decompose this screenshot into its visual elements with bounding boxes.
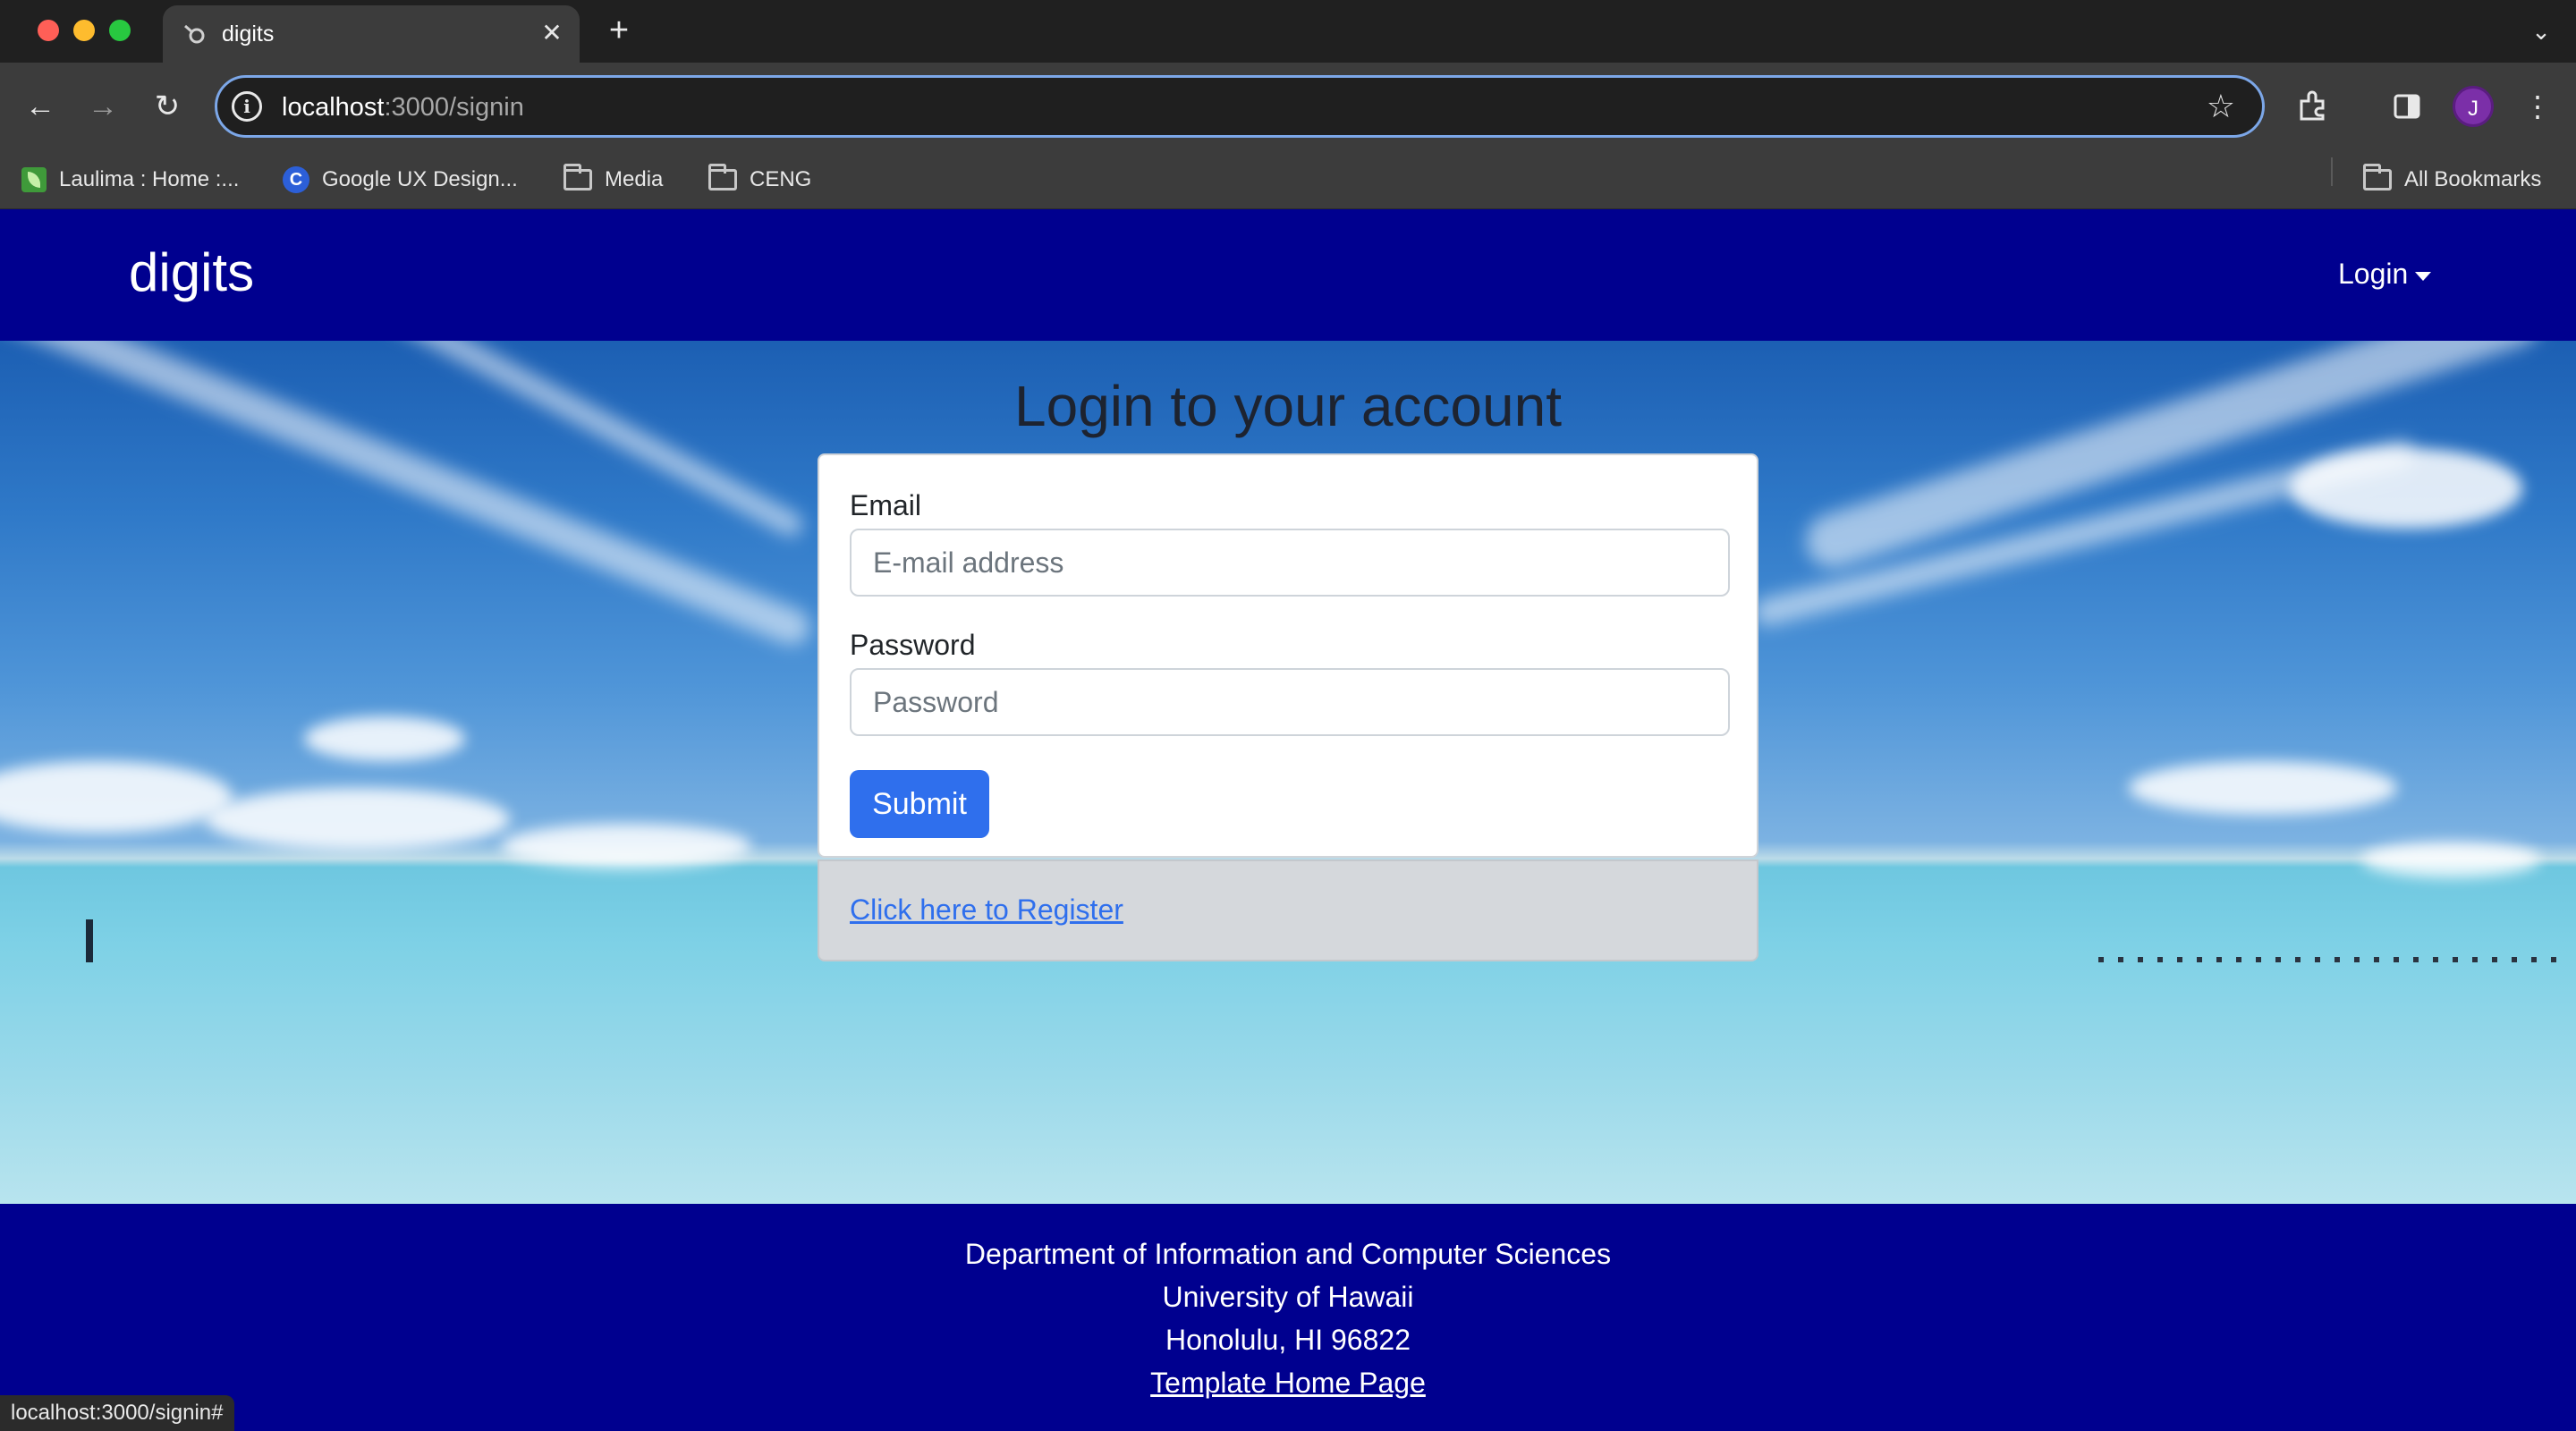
all-bookmarks-label: All Bookmarks [2404,167,2542,191]
web-page: digits Login Login to your account Email… [0,209,2576,1431]
tab-title: digits [222,21,275,47]
url-path: :3000/signin [384,93,524,122]
folder-icon [564,164,592,191]
submit-button[interactable]: Submit [850,770,989,838]
bookmarks-divider [2331,157,2333,186]
folder-icon [708,164,737,191]
caret-down-icon [2415,271,2432,281]
leaf-icon [21,167,47,192]
bookmark-label: Google UX Design... [322,167,518,191]
footer-link-row: Template Home Page [0,1367,2576,1400]
site-footer: Department of Information and Computer S… [0,1204,2576,1431]
close-window-button[interactable] [38,20,59,41]
password-field[interactable] [850,668,1730,736]
new-tab-button[interactable]: + [601,13,637,48]
beach-background: Login to your account Email Password Sub… [0,341,2576,1204]
footer-university: University of Hawaii [1162,1281,1414,1313]
cloud [2129,761,2397,815]
extensions-icon[interactable] [2292,86,2333,127]
footer-department: Department of Information and Computer S… [964,1238,1612,1270]
bookmark-ceng[interactable]: CENG [708,163,811,197]
cloud [304,716,465,761]
cloud [2290,448,2522,529]
distant-pier [2098,957,2563,962]
footer-address: Honolulu, HI 96822 [1165,1324,1411,1356]
folder-icon [2363,164,2392,191]
site-navbar: digits Login [0,209,2576,341]
cloud [0,761,233,833]
all-bookmarks-button[interactable]: All Bookmarks [2363,163,2541,197]
template-home-link[interactable]: Template Home Page [1150,1367,1426,1399]
bookmark-google-ux[interactable]: C Google UX Design... [283,163,518,197]
forward-arrow-icon[interactable]: → [82,86,123,127]
bookmark-star-icon[interactable]: ☆ [2207,89,2235,124]
side-panel-icon[interactable] [2386,86,2428,127]
back-arrow-icon[interactable]: ← [20,86,61,127]
address-bar[interactable]: i localhost:3000/signin ☆ [215,75,2265,138]
password-label: Password [850,629,976,661]
meteor-icon [184,24,205,44]
url-text[interactable]: localhost:3000/signin [282,93,524,123]
login-card: Email Password Submit [818,453,1758,858]
site-info-icon[interactable]: i [232,91,262,122]
bookmarks-bar: Laulima : Home :... C Google UX Design..… [0,150,2576,209]
reload-icon[interactable]: ↻ [147,86,188,127]
bookmark-label: Laulima : Home :... [59,167,240,191]
chevron-down-icon[interactable]: ⌄ [2526,16,2556,47]
browser-toolbar: ← → ↻ i localhost:3000/signin ☆ J ⋮ [0,63,2576,150]
maximize-window-button[interactable] [109,20,131,41]
browser-tab[interactable]: digits ✕ [163,5,580,63]
bookmark-media[interactable]: Media [564,163,663,197]
register-panel: Click here to Register [818,859,1758,961]
horizon-post [86,919,93,962]
cloud [2361,842,2540,877]
login-dropdown[interactable]: Login [2338,258,2432,291]
email-label: Email [850,489,922,521]
register-link[interactable]: Click here to Register [850,893,1123,927]
close-icon[interactable]: ✕ [538,20,565,47]
url-host: localhost [282,93,385,122]
site-brand[interactable]: digits [129,241,254,303]
bookmark-laulima[interactable]: Laulima : Home :... [21,163,239,197]
status-bar-url: localhost:3000/signin# [0,1395,234,1431]
minimize-window-button[interactable] [73,20,95,41]
profile-avatar[interactable]: J [2453,86,2494,127]
browser-tab-strip: digits ✕ + ⌄ [0,0,2576,63]
cloud [501,824,751,868]
bookmark-label: CENG [750,167,812,191]
page-title: Login to your account [1014,374,1562,438]
c-logo-icon: C [283,166,309,193]
login-dropdown-label: Login [2338,258,2409,290]
cloud [206,788,510,851]
more-menu-icon[interactable]: ⋮ [2517,86,2558,127]
bookmark-label: Media [605,167,664,191]
email-field[interactable] [850,529,1730,597]
